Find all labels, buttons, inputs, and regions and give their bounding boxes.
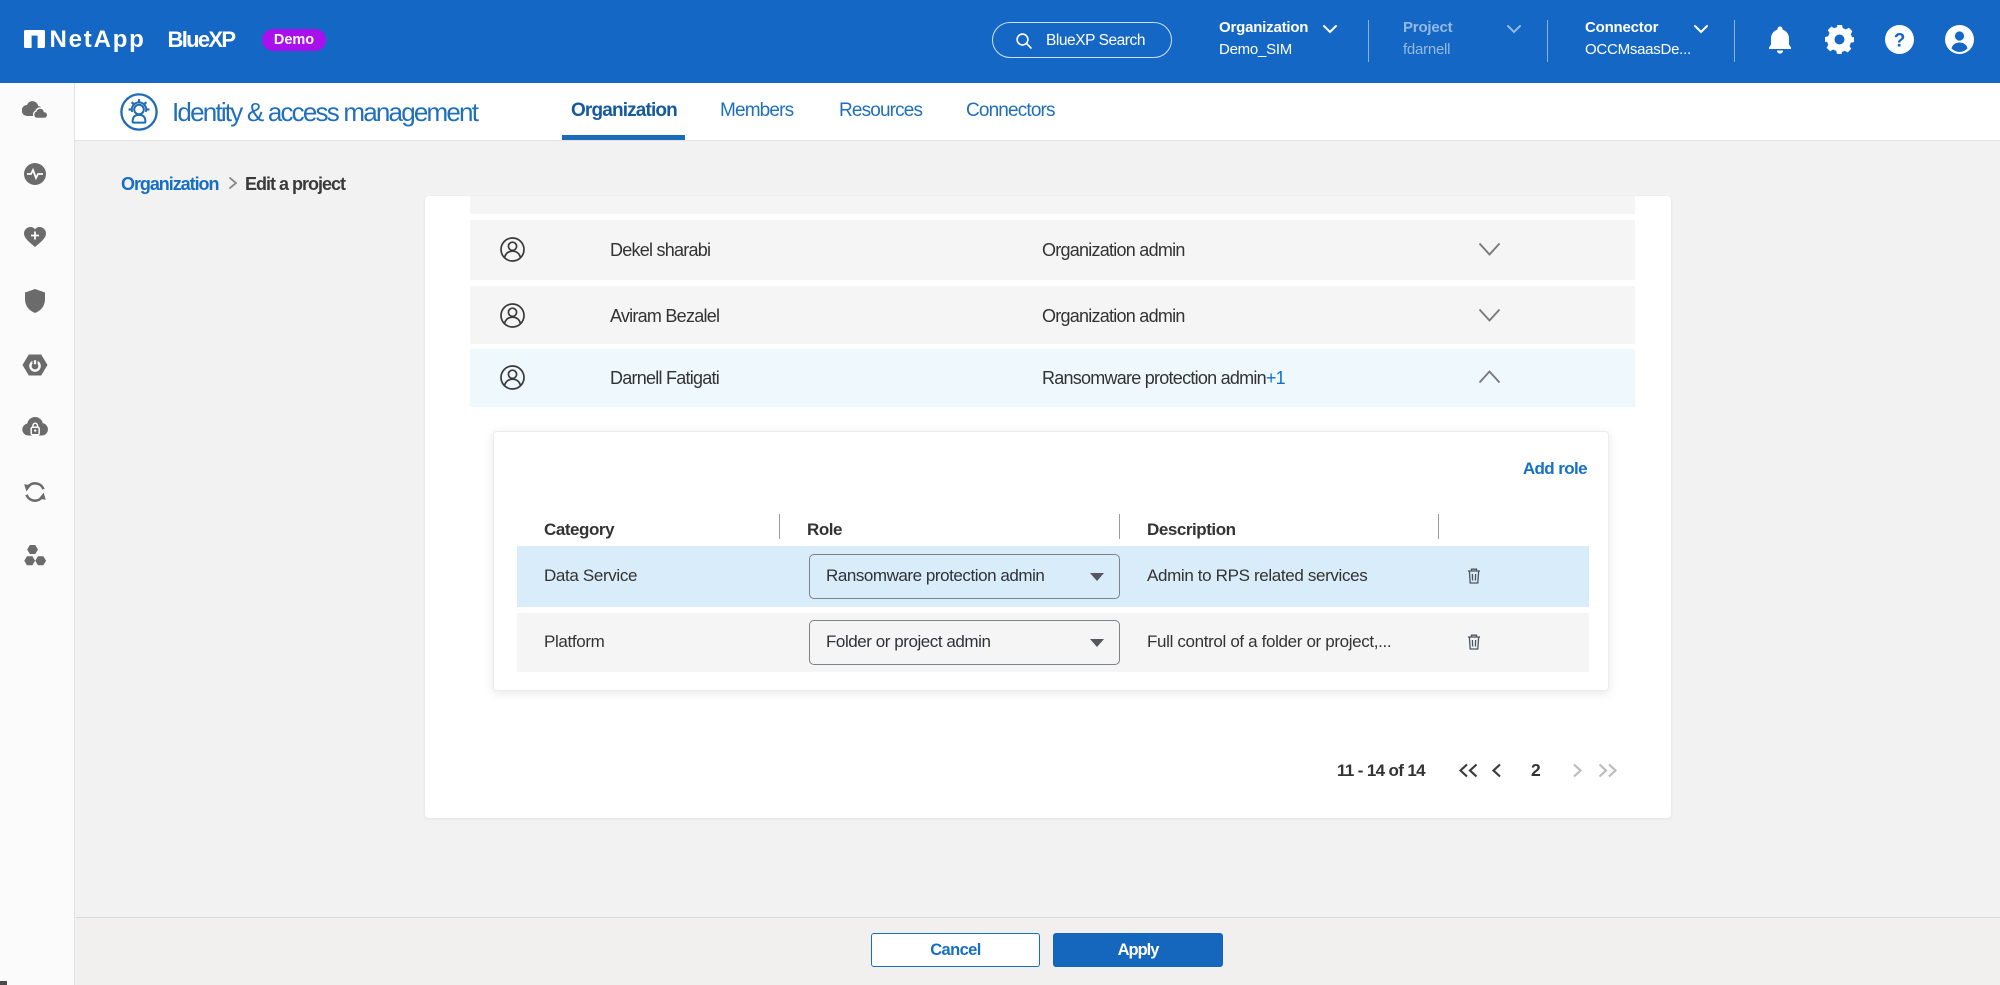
- svg-text:?: ?: [1894, 31, 1906, 52]
